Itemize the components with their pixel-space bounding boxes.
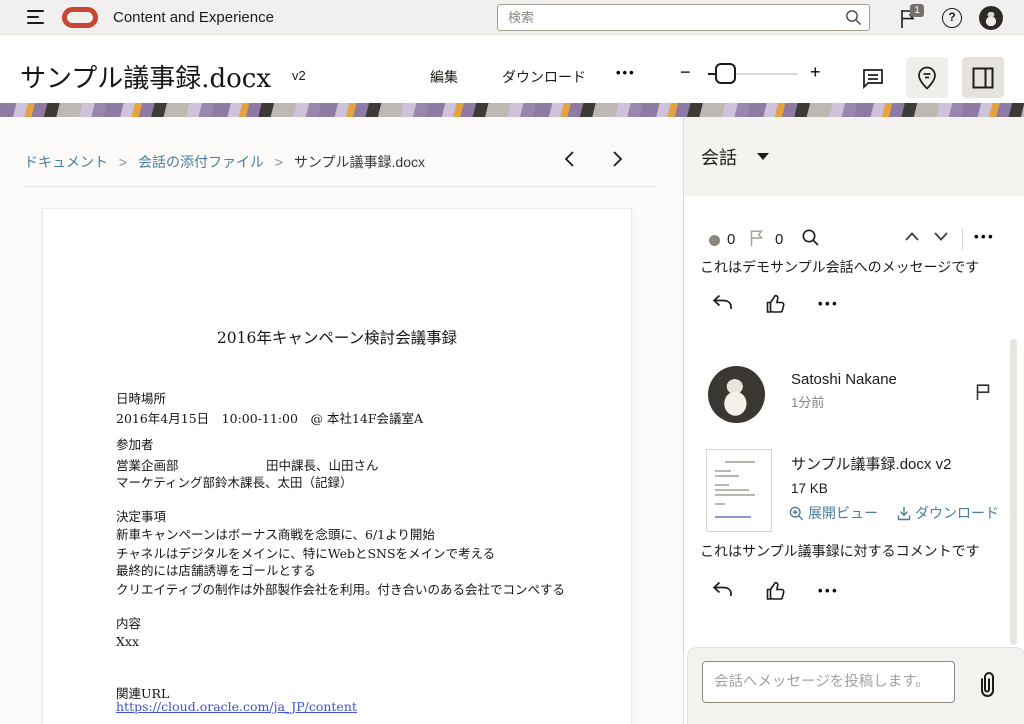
conversation-search-button[interactable] [801,228,820,247]
document-line: 内容 [116,613,141,632]
annotations-button[interactable] [906,57,948,98]
attachment-name: サンプル議事録.docx v2 [791,453,951,474]
document-line: 最終的には店舗誘導をゴールとする [116,560,316,579]
previous-file-button[interactable] [562,148,584,170]
flag-count: 0 [775,231,783,248]
expanded-view-label: 展開ビュー [808,503,878,523]
author-name: Satoshi Nakane [791,371,897,388]
document-preview-area: ドキュメント > 会話の添付ファイル > サンプル議事録.docx 2016年キ… [0,117,683,724]
flagged-filter-button[interactable] [748,228,766,247]
help-button[interactable]: ? [942,8,962,28]
download-button[interactable]: ダウンロード [502,67,586,87]
document-title: サンプル議事録.docx [20,58,271,95]
chevron-up-icon[interactable] [905,232,919,241]
expanded-view-link[interactable]: 展開ビュー [789,503,878,523]
side-panel-toggle-button[interactable] [962,57,1004,98]
document-line: 2016年4月15日 10:00-11:00 @ 本社14F会議室A [116,408,423,427]
message-more-button[interactable]: ••• [818,296,839,311]
panel-title: 会話 [701,144,737,170]
document-heading: 2016年キャンペーン検討会議事録 [43,326,631,348]
toolbar-divider [962,228,963,250]
zoom-in-button[interactable]: + [810,62,821,83]
attachment-thumbnail[interactable] [706,449,772,532]
breadcrumb-documents-link[interactable]: ドキュメント [24,154,108,170]
expand-view-icon [789,506,804,521]
breadcrumb-attachments-link[interactable]: 会話の添付ファイル [138,154,264,170]
next-file-button[interactable] [609,148,631,170]
conversation-more-button[interactable]: ••• [974,229,995,244]
notification-badge: 1 [910,4,924,17]
message-text: これはデモサンプル会話へのメッセージです [700,257,979,277]
document-line: 決定事項 [116,506,166,525]
zoom-slider-handle[interactable] [715,63,736,84]
conversation-toolbar: 0 0 ••• [684,222,1024,252]
document-line: Xxx [116,634,139,649]
reply-button[interactable] [710,579,734,601]
side-panel-icon [971,66,995,90]
comment-text: これはサンプル議事録に対するコメントです [700,541,980,561]
message-composer [687,647,1024,724]
document-toolbar: サンプル議事録.docx v2 編集 ダウンロード ••• − + [0,36,1024,103]
global-search [497,4,870,31]
document-url-link[interactable]: https://cloud.oracle.com/ja_JP/content [116,699,357,714]
download-icon [897,506,911,521]
banner-pattern [0,103,1024,117]
comment-actions: ••• [684,579,1024,605]
attachment-size: 17 KB [791,481,828,496]
breadcrumb-separator: > [119,154,127,170]
zoom-out-button[interactable]: − [680,62,691,83]
attachment-download-label: ダウンロード [915,503,999,523]
breadcrumb: ドキュメント > 会話の添付ファイル > サンプル議事録.docx [24,152,425,172]
pin-icon [915,65,939,91]
comments-button[interactable] [852,57,894,98]
chevron-down-nav-icon[interactable] [934,232,948,241]
breadcrumb-separator: > [275,154,283,170]
author-avatar[interactable] [708,366,765,423]
breadcrumb-current-file: サンプル議事録.docx [294,154,425,170]
more-actions-button[interactable]: ••• [616,65,636,80]
top-bar: Content and Experience 1 ? [0,0,1024,35]
document-line: 参加者 [116,434,154,453]
oracle-logo [62,7,98,28]
document-line: クリエイティブの制作は外部製作会社を利用。付き合いのある会社でコンペする [116,579,565,598]
search-input[interactable] [497,4,870,31]
chevron-down-icon [757,153,769,160]
version-badge: v2 [292,68,306,83]
unread-indicator-icon[interactable] [709,235,720,246]
breadcrumb-divider [24,186,656,187]
notifications-button[interactable]: 1 [898,7,924,31]
comment-bubble-icon [860,65,886,91]
message-timestamp: 1分前 [791,392,824,411]
message-actions: ••• [684,292,1024,318]
edit-button[interactable]: 編集 [430,67,458,87]
document-page: 2016年キャンペーン検討会議事録 日時場所 2016年4月15日 10:00-… [42,208,632,724]
user-avatar[interactable] [979,6,1003,30]
app-title: Content and Experience [113,9,274,26]
app-window: Content and Experience 1 ? サンプル議事録.docx … [0,0,1024,724]
unread-count: 0 [727,231,735,248]
panel-header-dropdown[interactable]: 会話 [684,117,1024,196]
attachment-download-link[interactable]: ダウンロード [897,503,999,523]
conversation-panel: 会話 0 0 ••• これはデモサンプル会話へのメッセージです [683,117,1024,724]
like-button[interactable] [764,579,787,602]
search-icon[interactable] [845,9,862,26]
like-button[interactable] [764,292,787,315]
document-line: マーケティング部鈴木課長、太田（記録） [116,472,353,491]
flag-message-button[interactable] [974,382,992,401]
comment-more-button[interactable]: ••• [818,583,839,598]
hamburger-menu-icon[interactable] [27,10,44,24]
attach-file-button[interactable] [974,670,1000,700]
message-input[interactable] [702,661,955,703]
panel-scrollbar[interactable] [1010,339,1017,645]
document-line: 新車キャンペーンはボーナス商戦を念頭に、6/1より開始 [116,524,435,543]
reply-button[interactable] [710,292,734,314]
document-line: 日時場所 [116,388,166,407]
